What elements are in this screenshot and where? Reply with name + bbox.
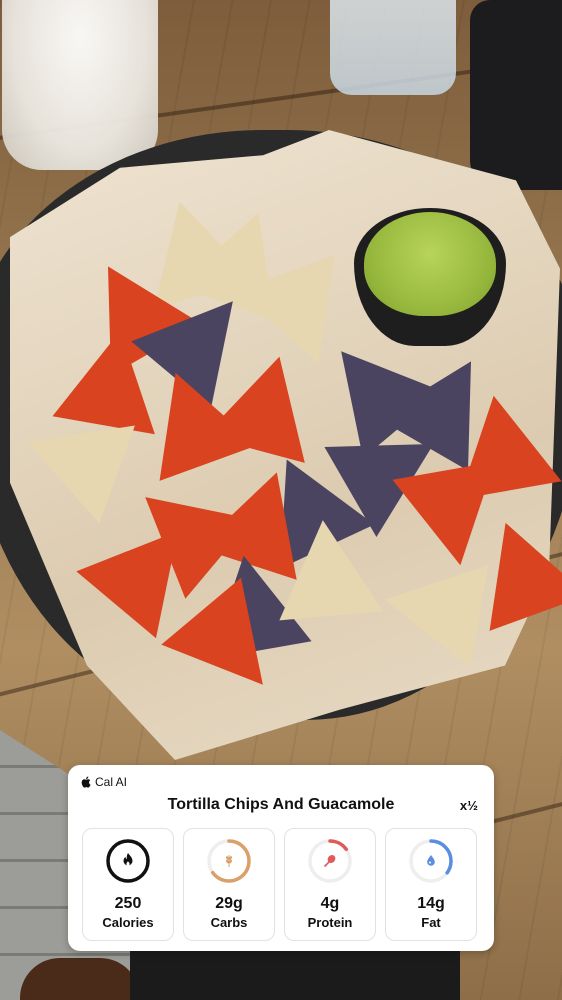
- fat-ring: [409, 839, 453, 883]
- shadow-area: [130, 950, 460, 1000]
- nutrient-tiles: 250 Calories 29g Carbs 4g Protein 14g Fa…: [82, 828, 477, 941]
- chip: [375, 548, 489, 668]
- nutrient-label: Carbs: [210, 915, 248, 930]
- drink-cup-left: [2, 0, 158, 170]
- nutrition-card: Cal AI Tortilla Chips And Guacamole x½ 2…: [68, 765, 494, 951]
- nutrient-tile-calories[interactable]: 250 Calories: [82, 828, 174, 941]
- nutrient-tile-carbs[interactable]: 29g Carbs: [183, 828, 275, 941]
- wheat-icon: [226, 855, 232, 867]
- calories-ring: [106, 839, 150, 883]
- nutrient-tile-fat[interactable]: 14g Fat: [385, 828, 477, 941]
- chair: [20, 958, 140, 1000]
- guacamole: [364, 212, 496, 316]
- black-strap: [470, 0, 562, 190]
- drumstick-icon: [324, 855, 336, 867]
- serving-multiplier[interactable]: x½: [460, 798, 478, 813]
- apple-icon: [81, 776, 91, 788]
- nutrient-value: 4g: [320, 895, 340, 912]
- nutrient-label: Fat: [421, 915, 441, 930]
- nutrient-value: 29g: [215, 895, 243, 912]
- nutrient-value: 250: [114, 895, 142, 912]
- carbs-ring: [207, 839, 251, 883]
- nutrient-tile-protein[interactable]: 4g Protein: [284, 828, 376, 941]
- nutrient-label: Protein: [307, 915, 353, 930]
- brand: Cal AI: [81, 775, 127, 789]
- brand-name: Cal AI: [95, 775, 128, 789]
- nutrient-value: 14g: [417, 895, 445, 912]
- protein-ring: [308, 839, 352, 883]
- chip: [271, 515, 383, 621]
- droplet-icon: [427, 855, 435, 866]
- water-cup-right: [330, 0, 456, 95]
- nutrient-label: Calories: [102, 915, 154, 930]
- flame-icon: [123, 853, 133, 866]
- meal-title: Tortilla Chips And Guacamole: [167, 796, 395, 813]
